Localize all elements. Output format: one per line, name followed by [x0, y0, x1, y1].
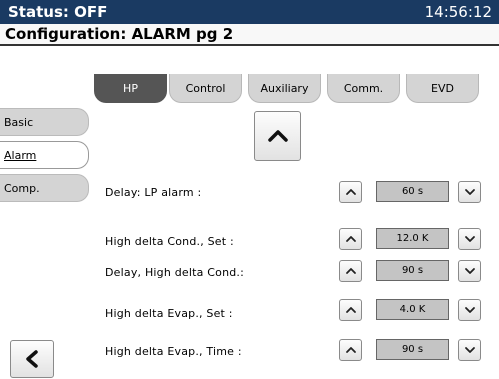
tab-auxiliary[interactable]: Auxiliary [248, 74, 321, 103]
status-label: Status: OFF [8, 3, 108, 21]
value-high-delta-evap-set[interactable]: 4.0 K [376, 299, 449, 320]
back-button[interactable] [10, 340, 54, 378]
tab-label: Comm. [343, 81, 384, 95]
side-tab-alarm[interactable]: Alarm [0, 141, 89, 169]
page-title: Configuration: ALARM pg 2 [5, 25, 234, 43]
chevron-down-icon [464, 189, 475, 195]
side-tab-basic[interactable]: Basic [0, 108, 89, 136]
decrement-button[interactable] [458, 339, 481, 361]
decrement-button[interactable] [458, 299, 481, 321]
chevron-up-icon [267, 130, 288, 142]
side-tab-label: Basic [4, 116, 34, 129]
page-up-button[interactable] [254, 111, 301, 161]
tab-evd[interactable]: EVD [406, 74, 479, 103]
chevron-down-icon [464, 268, 475, 274]
chevron-up-icon [345, 307, 356, 313]
chevron-up-icon [345, 236, 356, 242]
decrement-button[interactable] [458, 228, 481, 250]
increment-button[interactable] [339, 299, 362, 321]
chevron-up-icon [345, 189, 356, 195]
status-bar: Status: OFF 14:56:12 [0, 0, 499, 24]
decrement-button[interactable] [458, 181, 481, 203]
tab-label: Control [185, 81, 226, 95]
tab-label: HP [123, 81, 138, 95]
value-delay-high-delta-cond[interactable]: 90 s [376, 260, 449, 281]
side-tab-label: Alarm [4, 149, 37, 162]
chevron-down-icon [464, 347, 475, 353]
param-label-high-delta-evap-time: High delta Evap., Time : [105, 345, 242, 358]
page-title-bar: Configuration: ALARM pg 2 [0, 24, 499, 46]
increment-button[interactable] [339, 339, 362, 361]
chevron-left-icon [26, 350, 38, 368]
decrement-button[interactable] [458, 260, 481, 282]
param-label-delay-lp-alarm: Delay: LP alarm : [105, 186, 202, 199]
side-tab-label: Comp. [4, 182, 40, 195]
param-label-delay-high-delta-cond: Delay, High delta Cond.: [105, 266, 245, 279]
tab-label: Auxiliary [260, 81, 309, 95]
chevron-up-icon [345, 347, 356, 353]
chevron-up-icon [345, 268, 356, 274]
clock: 14:56:12 [424, 3, 492, 21]
tab-label: EVD [431, 81, 454, 95]
chevron-down-icon [464, 307, 475, 313]
tab-control[interactable]: Control [169, 74, 242, 103]
value-high-delta-cond-set[interactable]: 12.0 K [376, 228, 449, 249]
param-label-high-delta-cond-set: High delta Cond., Set : [105, 235, 234, 248]
increment-button[interactable] [339, 181, 362, 203]
tab-strip [0, 48, 499, 74]
chevron-down-icon [464, 236, 475, 242]
increment-button[interactable] [339, 228, 362, 250]
increment-button[interactable] [339, 260, 362, 282]
side-tab-comp[interactable]: Comp. [0, 174, 89, 202]
value-high-delta-evap-time[interactable]: 90 s [376, 339, 449, 360]
param-label-high-delta-evap-set: High delta Evap., Set : [105, 307, 233, 320]
value-delay-lp-alarm[interactable]: 60 s [376, 181, 449, 202]
tab-comm[interactable]: Comm. [327, 74, 400, 103]
tab-hp[interactable]: HP [94, 74, 167, 103]
